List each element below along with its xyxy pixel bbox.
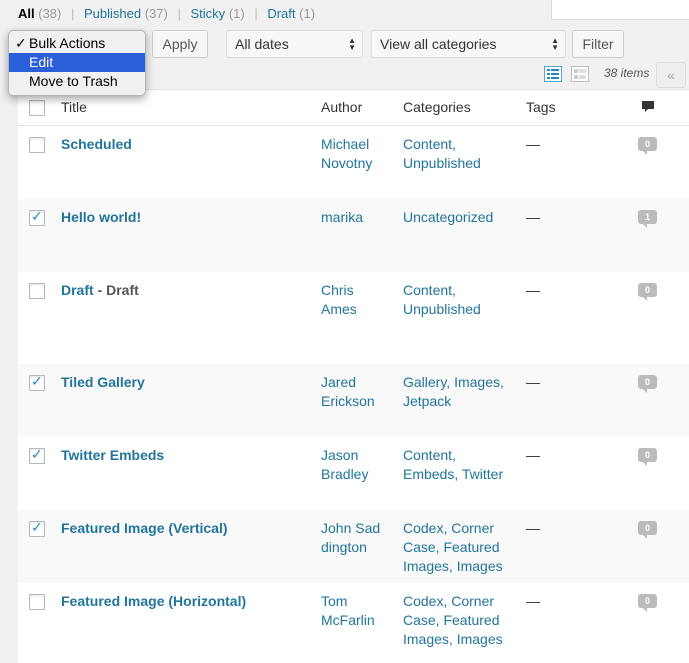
post-categories-links[interactable]: Codex, Corner Case, Featured Images, Ima… (403, 519, 513, 576)
bulk-action-option-label: Move to Trash (29, 73, 118, 89)
bulk-action-option[interactable]: ✓ Bulk Actions (9, 34, 145, 53)
post-tags: — (526, 520, 540, 536)
dates-select[interactable]: All dates ▲ ▼ (226, 30, 363, 58)
separator: | (254, 6, 258, 21)
categories-select-label: View all categories (380, 36, 497, 52)
excerpt-view-icon[interactable] (571, 66, 589, 82)
categories-select[interactable]: View all categories ▲ ▼ (371, 30, 566, 58)
bulk-actions-dropdown[interactable]: ✓ Bulk Actions Edit Move to Trash (8, 30, 146, 96)
row-checkbox[interactable]: ✓ (29, 208, 45, 226)
post-categories-links[interactable]: Content, Unpublished (403, 281, 513, 319)
post-categories-links[interactable]: Uncategorized (403, 208, 513, 227)
status-link-published[interactable]: Published (84, 6, 141, 21)
column-categories: Categories (403, 99, 471, 115)
post-title-text[interactable]: Draft (61, 282, 94, 298)
post-author-link[interactable]: Chris Ames (321, 281, 391, 319)
apply-button[interactable]: Apply (152, 30, 208, 58)
row-checkbox[interactable]: ✓ (29, 373, 45, 391)
separator: | (177, 6, 181, 21)
post-author-link[interactable]: Tom McFarlin (321, 592, 391, 630)
comment-bubble-icon[interactable] (641, 100, 655, 114)
checkmark-icon: ✓ (15, 35, 27, 51)
row-checkbox[interactable] (29, 594, 45, 610)
dates-select-label: All dates (235, 36, 289, 52)
comment-count-bubble[interactable]: 0 (638, 283, 657, 301)
post-tags: — (526, 447, 540, 463)
table-row: ✓ Twitter Embeds Jason Bradley Content, … (18, 437, 689, 510)
select-arrows-icon: ▲ ▼ (348, 36, 356, 52)
table-row: ✓ Tiled Gallery Jared Erickson Gallery, … (18, 364, 689, 437)
bulk-action-option-label: Edit (29, 54, 54, 70)
post-title-link[interactable]: Tiled Gallery (61, 373, 145, 392)
post-categories-links[interactable]: Gallery, Images, Jetpack (403, 373, 513, 411)
status-count-sticky: (1) (228, 6, 245, 21)
select-all-checkbox[interactable] (29, 100, 45, 116)
post-author-link[interactable]: marika (321, 208, 391, 227)
status-link-draft[interactable]: Draft (267, 6, 295, 21)
checkmark-icon: ✓ (31, 446, 43, 462)
post-title-link[interactable]: Draft - Draft (61, 281, 139, 300)
column-tags: Tags (526, 99, 556, 115)
post-categories-links[interactable]: Content, Embeds, Twitter (403, 446, 513, 484)
table-row: Draft - Draft Chris Ames Content, Unpubl… (18, 272, 689, 364)
post-tags: — (526, 593, 540, 609)
table-row: Scheduled Michael Novotny Content, Unpub… (18, 126, 689, 199)
comment-count-bubble[interactable]: 0 (638, 137, 657, 155)
post-tags: — (526, 209, 540, 225)
column-title[interactable]: Title (61, 99, 87, 115)
status-count-all: (38) (38, 6, 62, 21)
post-categories-links[interactable]: Content, Unpublished (403, 135, 513, 173)
row-checkbox[interactable] (29, 137, 45, 153)
comment-count-bubble[interactable]: 0 (638, 448, 657, 466)
bulk-action-option-trash[interactable]: Move to Trash (9, 72, 145, 91)
checkmark-icon: ✓ (31, 373, 43, 389)
status-link-sticky[interactable]: Sticky (191, 6, 226, 21)
row-checkbox[interactable] (29, 283, 45, 299)
table-row: ✓ Hello world! marika Uncategorized — 1 (18, 199, 689, 272)
row-checkbox[interactable]: ✓ (29, 519, 45, 537)
post-categories-links[interactable]: Codex, Corner Case, Featured Images, Ima… (403, 592, 513, 649)
post-author-link[interactable]: Michael Novotny (321, 135, 391, 173)
table-row: Featured Image (Horizontal) Tom McFarlin… (18, 583, 689, 663)
post-title-link[interactable]: Scheduled (61, 135, 132, 154)
filter-button[interactable]: Filter (572, 30, 624, 58)
list-view-icon[interactable] (544, 66, 562, 82)
comment-count-bubble[interactable]: 1 (638, 210, 657, 228)
post-title-link[interactable]: Twitter Embeds (61, 446, 164, 465)
post-tags: — (526, 136, 540, 152)
post-title-link[interactable]: Featured Image (Horizontal) (61, 592, 246, 611)
bulk-action-option-edit[interactable]: Edit (9, 53, 145, 72)
column-author: Author (321, 99, 363, 115)
comment-count-bubble[interactable]: 0 (638, 594, 657, 612)
post-title-link[interactable]: Hello world! (61, 208, 141, 227)
items-count: 38 items (604, 66, 650, 80)
status-count-published: (37) (144, 6, 168, 21)
post-state: - Draft (93, 282, 139, 298)
bulk-action-option-label: Bulk Actions (29, 35, 106, 51)
post-tags: — (526, 282, 540, 298)
checkmark-icon: ✓ (31, 519, 43, 535)
post-title-link[interactable]: Featured Image (Vertical) (61, 519, 228, 538)
post-tags: — (526, 374, 540, 390)
post-author-link[interactable]: John Saddington (321, 519, 385, 557)
select-arrows-icon: ▲ ▼ (551, 36, 559, 52)
comment-count-bubble[interactable]: 0 (638, 521, 657, 539)
table-row: ✓ Featured Image (Vertical) John Sadding… (18, 510, 689, 583)
separator: | (71, 6, 75, 21)
post-author-link[interactable]: Jason Bradley (321, 446, 391, 484)
posts-table: Title Author Categories Tags Scheduled M… (18, 89, 689, 663)
checkmark-icon: ✓ (31, 208, 43, 224)
search-input[interactable] (551, 0, 689, 20)
status-count-draft: (1) (299, 6, 316, 21)
status-link-all[interactable]: All (18, 6, 35, 21)
row-checkbox[interactable]: ✓ (29, 446, 45, 464)
first-page-button[interactable]: « (656, 62, 686, 88)
post-author-link[interactable]: Jared Erickson (321, 373, 391, 411)
status-filter-links: All (38) | Published (37) | Sticky (1) |… (18, 6, 315, 21)
comment-count-bubble[interactable]: 0 (638, 375, 657, 393)
